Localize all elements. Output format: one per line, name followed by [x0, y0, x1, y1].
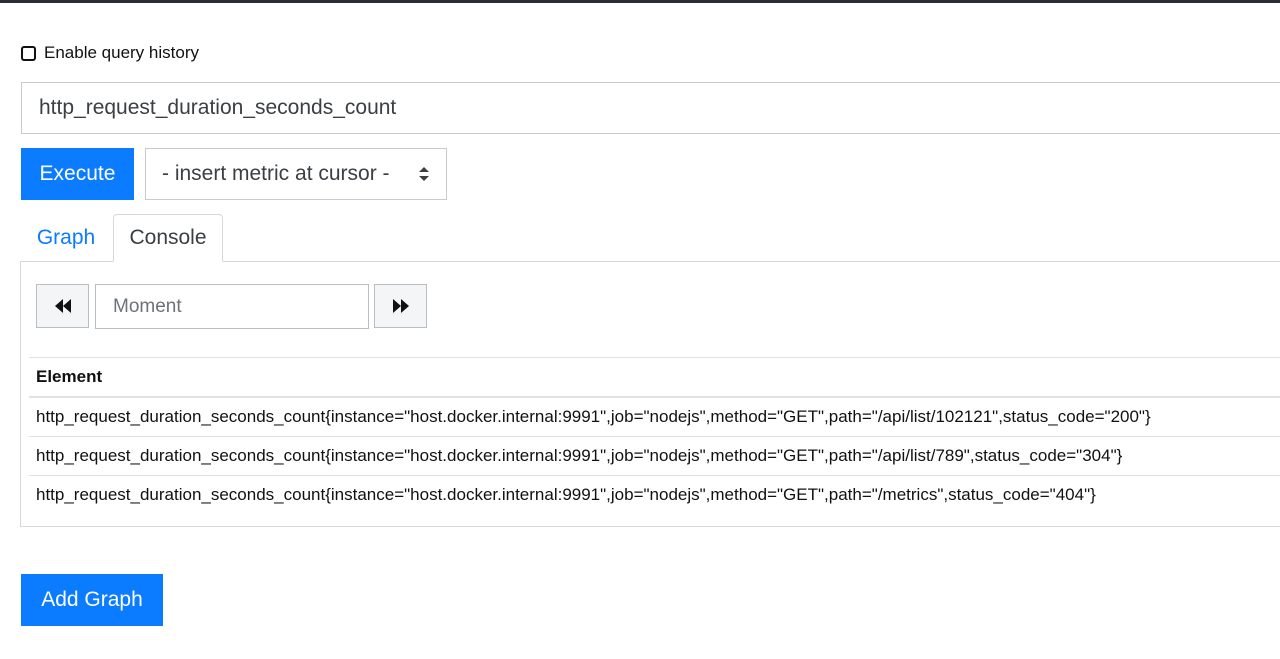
table-header-element: Element [29, 357, 1280, 398]
double-chevron-left-icon [54, 299, 71, 313]
moment-forward-button[interactable] [374, 284, 427, 328]
execute-button[interactable]: Execute [21, 148, 134, 200]
table-row: http_request_duration_seconds_count{inst… [36, 485, 1096, 504]
select-arrows-icon [419, 167, 429, 181]
tab-console[interactable]: Console [113, 214, 223, 262]
tab-graph[interactable]: Graph [21, 214, 111, 262]
query-history-toggle[interactable]: Enable query history [21, 42, 199, 64]
moment-back-button[interactable] [36, 284, 89, 328]
table-row: http_request_duration_seconds_count{inst… [29, 437, 1280, 476]
double-chevron-right-icon [392, 299, 409, 313]
add-graph-button[interactable]: Add Graph [21, 574, 163, 626]
query-history-checkbox[interactable] [21, 45, 36, 61]
expression-input[interactable]: http_request_duration_seconds_count [21, 82, 1280, 134]
insert-metric-select-value: - insert metric at cursor - [162, 162, 390, 185]
top-navbar-edge [0, 0, 1280, 3]
query-history-label: Enable query history [44, 43, 199, 62]
table-row: http_request_duration_seconds_count{inst… [29, 398, 1280, 437]
console-table: Element http_request_duration_seconds_co… [29, 357, 1280, 514]
moment-input[interactable]: Moment [95, 284, 369, 329]
insert-metric-select[interactable]: - insert metric at cursor - [145, 148, 447, 200]
